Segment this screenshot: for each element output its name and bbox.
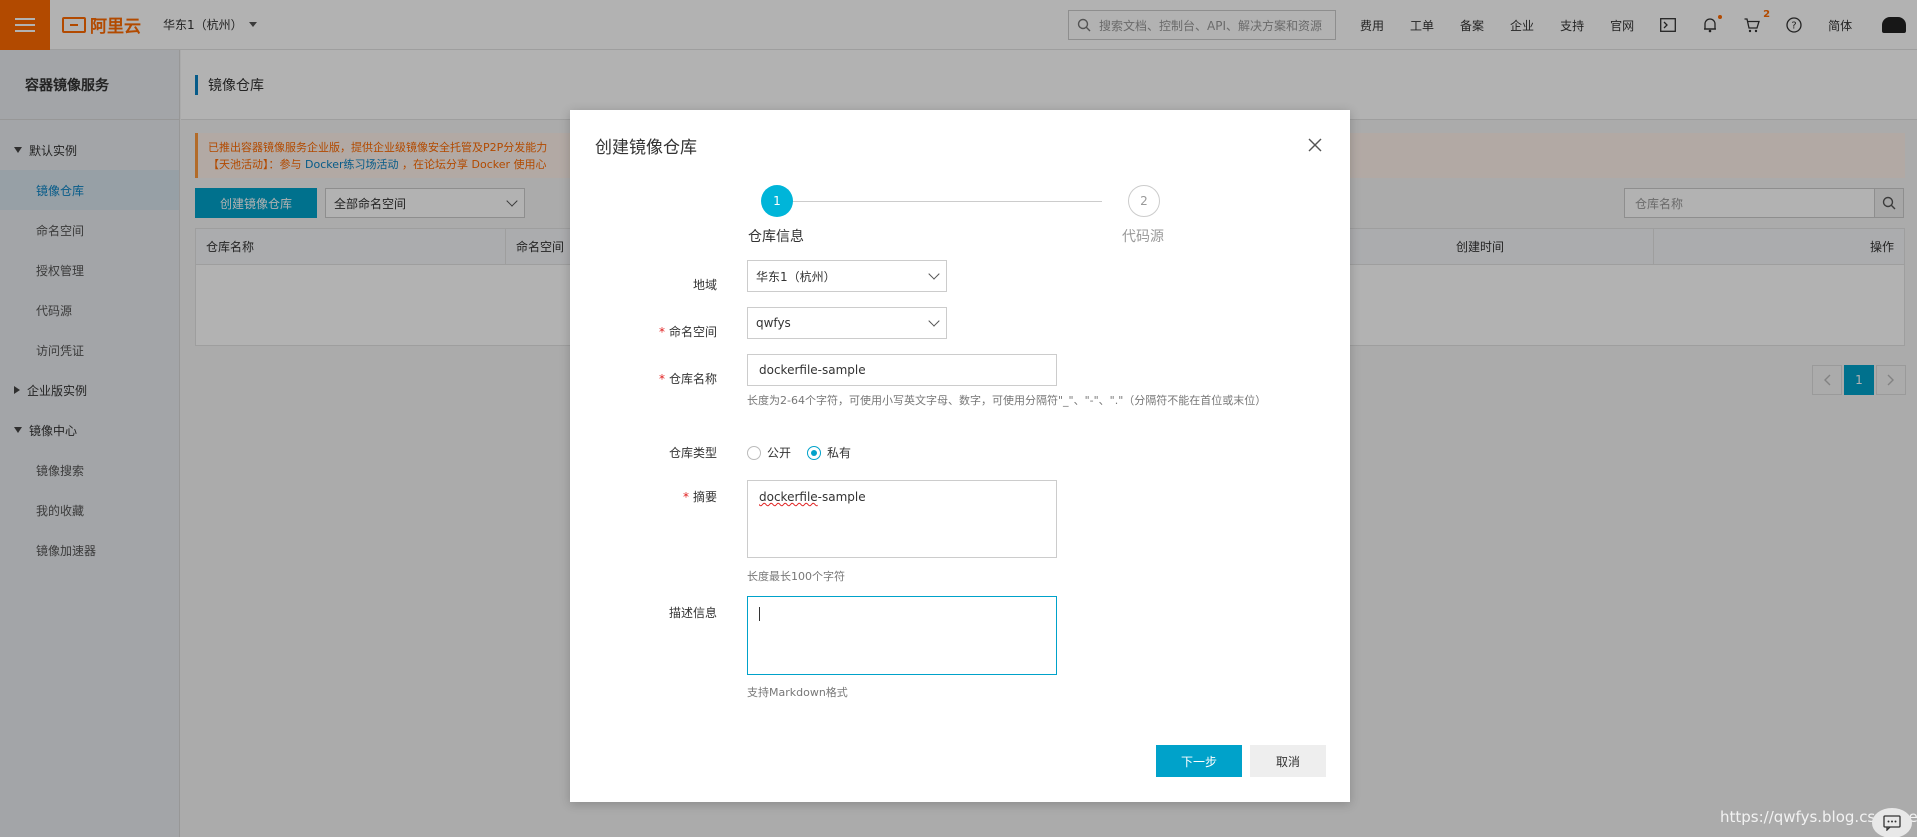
repo-type-field-label: 仓库类型 <box>668 446 717 460</box>
region-select[interactable]: 华东1（杭州） <box>747 260 947 292</box>
summary-value-misspelled-word: dockerfile <box>759 490 818 504</box>
summary-hint: 长度最长100个字符 <box>747 570 845 583</box>
chat-icon[interactable] <box>1872 808 1912 837</box>
region-select-value: 华东1（杭州） <box>756 269 836 284</box>
radio-private[interactable] <box>807 445 822 460</box>
chevron-down-icon <box>928 268 940 280</box>
step-2-indicator: 2 <box>1128 185 1160 217</box>
dialog-title: 创建镜像仓库 <box>595 138 697 158</box>
summary-field-label: * 摘要 <box>683 488 717 505</box>
step-2-label: 代码源 <box>1122 229 1164 245</box>
radio-public-label[interactable]: 公开 <box>767 444 791 461</box>
namespace-label-text: 命名空间 <box>668 325 717 339</box>
text-cursor <box>759 606 760 621</box>
summary-value-rest: -sample <box>817 490 866 504</box>
repo-name-field-label: * 仓库名称 <box>659 370 717 387</box>
chevron-down-icon <box>928 315 940 327</box>
cancel-button[interactable]: 取消 <box>1250 745 1326 777</box>
repo-name-label-text: 仓库名称 <box>668 372 717 386</box>
radio-public[interactable] <box>747 445 761 460</box>
summary-label-text: 摘要 <box>692 490 717 504</box>
description-field-label: 描述信息 <box>668 606 717 620</box>
repo-type-radio-group: 公开 私有 <box>747 444 851 461</box>
step-connector <box>777 201 1102 202</box>
repo-name-hint: 长度为2-64个字符，可使用小写英文字母、数字，可使用分隔符"_"、"-"、".… <box>747 394 1267 407</box>
namespace-select-value: qwfys <box>756 316 791 330</box>
repo-name-input-value: dockerfile-sample <box>759 363 866 377</box>
radio-private-label[interactable]: 私有 <box>827 444 851 461</box>
required-marker: * <box>682 490 689 504</box>
step-1-label: 仓库信息 <box>748 229 804 245</box>
next-step-button[interactable]: 下一步 <box>1156 745 1242 777</box>
required-marker: * <box>658 372 665 386</box>
description-hint: 支持Markdown格式 <box>747 686 848 699</box>
description-textarea[interactable] <box>747 596 1057 675</box>
step-1-indicator: 1 <box>761 185 793 217</box>
namespace-field-label: * 命名空间 <box>659 323 717 340</box>
region-field-label: 地域 <box>692 278 717 292</box>
namespace-select[interactable]: qwfys <box>747 307 947 339</box>
close-icon[interactable] <box>1305 135 1325 155</box>
create-repository-dialog: 创建镜像仓库 1 2 仓库信息 代码源 地域 华东1（杭州） * 命名空间 qwf… <box>570 110 1350 802</box>
repo-name-input[interactable]: dockerfile-sample <box>747 354 1057 386</box>
required-marker: * <box>658 325 665 339</box>
summary-textarea[interactable]: dockerfile-sample <box>747 480 1057 558</box>
